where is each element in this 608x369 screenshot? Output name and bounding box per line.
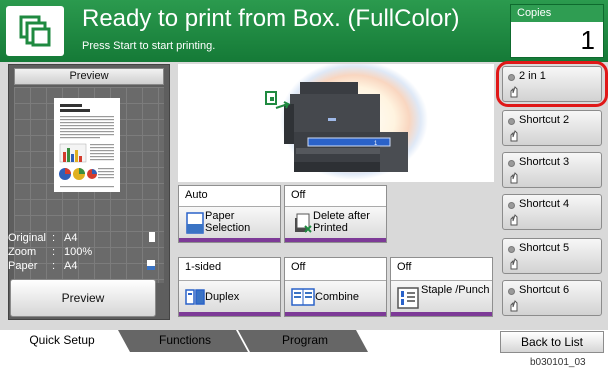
page-title: Ready to print from Box. (FullColor) [82, 5, 460, 32]
portrait-orientation-icon [149, 232, 155, 242]
document-box-icon [6, 6, 64, 56]
paper-selection-label: Paper Selection [205, 210, 251, 234]
copies-field[interactable]: Copies 1 [510, 4, 604, 58]
tab-quick-setup[interactable]: Quick Setup [12, 330, 112, 358]
document-thumbnail [54, 98, 120, 192]
duplex-label: Duplex [205, 291, 240, 303]
combine-label: Combine [315, 291, 360, 303]
shortcut-label: Shortcut 2 [519, 114, 570, 126]
duplex-value: 1-sided [185, 261, 222, 273]
shortcut-4-button[interactable]: Shortcut 4 [502, 194, 602, 230]
paper-selection-button[interactable]: Auto Paper Selection [178, 185, 281, 243]
duplex-icon [185, 289, 205, 305]
tab-program[interactable]: Program [250, 330, 360, 358]
shortcut-5-button[interactable]: Shortcut 5 [502, 238, 602, 274]
delete-document-icon [295, 213, 312, 233]
figure-code: b030101_03 [530, 357, 586, 368]
status-dot-icon [508, 246, 515, 253]
status-header: Ready to print from Box. (FullColor) Pre… [0, 0, 608, 62]
hand-icon [510, 300, 518, 312]
preview-button[interactable]: Preview [10, 279, 156, 317]
shortcut-label: Shortcut 3 [519, 156, 570, 168]
machine-illustration: 1 [178, 60, 494, 182]
shortcut-label: Shortcut 6 [519, 284, 570, 296]
delete-after-printed-label: Delete after Printed [313, 210, 370, 234]
status-dot-icon [508, 288, 515, 295]
copies-value: 1 [580, 25, 595, 55]
shortcut-3-button[interactable]: Shortcut 3 [502, 152, 602, 188]
info-original: Original: A4 [8, 232, 78, 244]
highlight-callout [496, 61, 608, 107]
duplex-button[interactable]: 1-sided Duplex [178, 257, 281, 317]
shortcut-label: Shortcut 4 [519, 198, 570, 210]
page-subtitle: Press Start to start printing. [82, 40, 216, 52]
preview-heading: Preview [14, 68, 164, 85]
staple-punch-label: Staple /Punch [421, 284, 490, 296]
shortcut-6-button[interactable]: Shortcut 6 [502, 280, 602, 316]
combine-icon [291, 288, 315, 306]
status-dot-icon [508, 160, 515, 167]
info-zoom: Zoom:100% [8, 246, 93, 258]
tab-functions[interactable]: Functions [130, 330, 240, 358]
shortcut-label: Shortcut 5 [519, 242, 570, 254]
delete-after-printed-button[interactable]: Off Delete after Printed [284, 185, 387, 243]
shortcut-2-button[interactable]: Shortcut 2 [502, 110, 602, 146]
paper-selection-value: Auto [185, 189, 208, 201]
paper-tray-icon [186, 212, 204, 234]
status-dot-icon [508, 118, 515, 125]
combine-button[interactable]: Off Combine [284, 257, 387, 317]
hand-icon [510, 130, 518, 142]
staple-punch-value: Off [397, 261, 412, 273]
hand-icon [510, 258, 518, 270]
staple-punch-button[interactable]: Off Staple /Punch [390, 257, 493, 317]
hand-icon [510, 172, 518, 184]
hand-icon [510, 214, 518, 226]
info-paper: Paper: A4 [8, 260, 78, 272]
paper-tray-icon [147, 260, 155, 270]
delete-after-printed-value: Off [291, 189, 306, 201]
copies-label: Copies [511, 5, 603, 22]
status-dot-icon [508, 202, 515, 209]
back-to-list-button[interactable]: Back to List [500, 331, 604, 353]
combine-value: Off [291, 261, 306, 273]
staple-punch-icon [397, 287, 419, 309]
